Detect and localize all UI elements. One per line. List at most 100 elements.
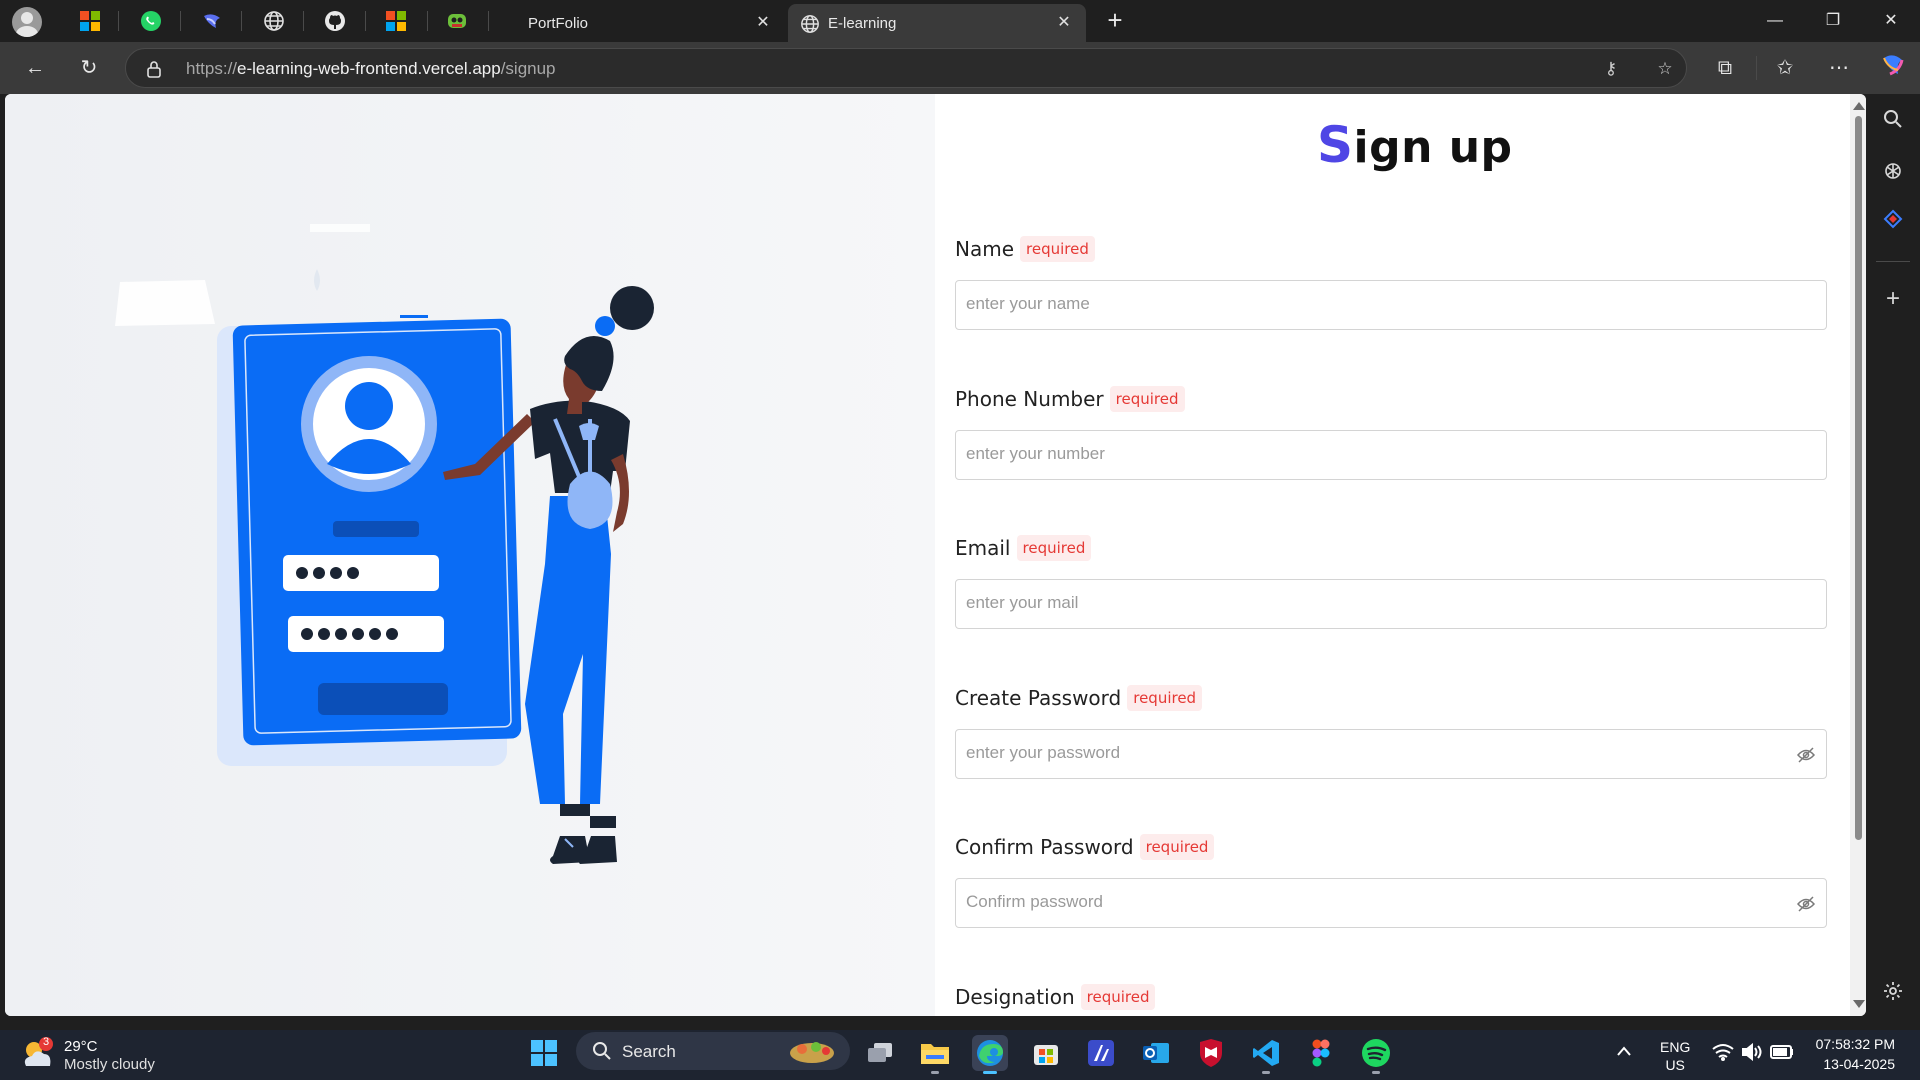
microsoft-store-icon[interactable] xyxy=(76,8,104,34)
designation-field-group: Designation required xyxy=(955,984,1831,1010)
scroll-up-arrow-icon[interactable] xyxy=(1853,102,1865,110)
eye-slash-icon[interactable] xyxy=(1796,745,1816,765)
page-scrollbar[interactable] xyxy=(1850,94,1866,1016)
minimize-icon[interactable]: — xyxy=(1752,6,1798,36)
phone-label: Phone Number xyxy=(955,387,1104,411)
name-label: Name xyxy=(955,237,1015,261)
phone-input[interactable] xyxy=(966,444,1786,464)
eye-slash-icon[interactable] xyxy=(1796,894,1816,914)
spotify-icon[interactable] xyxy=(1358,1035,1394,1074)
refresh-icon[interactable]: ↻ xyxy=(72,52,106,84)
microsoft-icon[interactable] xyxy=(382,8,410,34)
create-password-label: Create Password xyxy=(955,686,1122,710)
tab-separator xyxy=(365,11,366,31)
copilot-pinned-icon[interactable] xyxy=(198,8,226,34)
vs-code-icon[interactable] xyxy=(1248,1035,1284,1074)
figma-icon[interactable] xyxy=(1303,1035,1339,1071)
tab-title: E-learning xyxy=(828,14,897,32)
browser-tab-bar: PortFolio ✕ E-learning ✕ + — ❐ ✕ xyxy=(0,0,1920,42)
copilot-icon[interactable] xyxy=(1876,52,1910,84)
browser-toolbar: ← ↻ https://e-learning-web-frontend.verc… xyxy=(0,42,1920,94)
tab-title: PortFolio xyxy=(528,14,589,32)
outlook-icon[interactable] xyxy=(1138,1035,1174,1071)
favorite-star-icon[interactable]: ☆ xyxy=(1654,58,1676,80)
show-hidden-icons-chevron-icon[interactable] xyxy=(1616,1044,1632,1060)
file-explorer-icon[interactable] xyxy=(917,1035,953,1074)
url-path: /signup xyxy=(500,59,556,78)
language-indicator[interactable]: ENG US xyxy=(1660,1038,1690,1074)
taskbar-search-box[interactable]: Search xyxy=(576,1032,850,1070)
windows-taskbar: 3 29°C Mostly cloudy Search ENG US 07:58… xyxy=(0,1030,1920,1080)
search-icon[interactable] xyxy=(1880,106,1906,132)
back-icon[interactable]: ← xyxy=(18,52,52,84)
mcafee-icon[interactable] xyxy=(1193,1035,1229,1071)
tab-e-learning[interactable]: E-learning ✕ xyxy=(788,4,1086,42)
required-badge: required xyxy=(1109,386,1185,412)
app-editor-icon[interactable] xyxy=(1083,1035,1119,1071)
running-indicator xyxy=(1262,1071,1270,1074)
lock-icon[interactable] xyxy=(146,60,162,78)
edge-browser-icon[interactable] xyxy=(972,1035,1008,1074)
tab-separator xyxy=(488,11,489,31)
profile-avatar-icon[interactable] xyxy=(12,7,42,37)
tab-separator xyxy=(118,11,119,31)
battery-charging-icon[interactable] xyxy=(1770,1044,1794,1063)
github-icon[interactable] xyxy=(321,8,349,34)
maximize-icon[interactable]: ❐ xyxy=(1810,6,1856,36)
tab-separator xyxy=(241,11,242,31)
close-window-icon[interactable]: ✕ xyxy=(1868,6,1914,36)
globe-icon xyxy=(800,14,820,38)
confirm-password-input-box[interactable] xyxy=(955,878,1827,928)
url-host: e-learning-web-frontend.vercel.app xyxy=(237,59,501,78)
settings-gear-icon[interactable] xyxy=(1880,978,1906,1004)
close-tab-icon[interactable]: ✕ xyxy=(1054,13,1074,33)
volume-icon[interactable] xyxy=(1741,1042,1763,1064)
create-password-input[interactable] xyxy=(966,743,1786,763)
app-icon[interactable] xyxy=(443,8,471,34)
scroll-down-arrow-icon[interactable] xyxy=(1853,1000,1865,1008)
more-options-icon[interactable]: ⋯ xyxy=(1822,52,1856,84)
confirm-password-label: Confirm Password xyxy=(955,835,1134,859)
add-icon[interactable]: + xyxy=(1880,285,1906,312)
extensions-icon[interactable]: ⧉ xyxy=(1708,52,1742,84)
create-password-input-box[interactable] xyxy=(955,729,1827,779)
key-icon[interactable]: ⚷ xyxy=(1600,58,1622,80)
email-input-box[interactable] xyxy=(955,579,1827,629)
clock-date: 13-04-2025 xyxy=(1823,1056,1895,1072)
name-input[interactable] xyxy=(966,294,1786,314)
scrollbar-thumb[interactable] xyxy=(1855,116,1862,840)
clock-time: 07:58:32 PM xyxy=(1815,1036,1895,1052)
new-tab-button[interactable]: + xyxy=(1100,6,1130,36)
openai-icon[interactable] xyxy=(1880,158,1906,184)
wifi-icon[interactable] xyxy=(1712,1043,1734,1064)
tab-portfolio[interactable]: PortFolio ✕ xyxy=(500,4,785,42)
diamond-app-icon[interactable] xyxy=(1880,206,1906,232)
url-text[interactable]: https://e-learning-web-frontend.vercel.a… xyxy=(186,59,556,79)
url-prefix: https:// xyxy=(186,59,238,78)
phone-input-box[interactable] xyxy=(955,430,1827,480)
email-label: Email xyxy=(955,536,1011,560)
close-tab-icon[interactable]: ✕ xyxy=(753,13,773,33)
whatsapp-icon[interactable] xyxy=(137,8,165,34)
illustration-panel xyxy=(5,94,935,1016)
confirm-password-input[interactable] xyxy=(966,892,1786,912)
page-viewport: Sign up Namerequired Phone Numberrequire… xyxy=(5,94,1866,1016)
language-region: US xyxy=(1665,1057,1685,1073)
favorites-icon[interactable]: ✩ xyxy=(1768,52,1802,84)
address-bar[interactable]: https://e-learning-web-frontend.vercel.a… xyxy=(125,48,1687,88)
search-label: Search xyxy=(622,1042,676,1061)
sidebar-divider xyxy=(1876,261,1910,262)
microsoft-store-taskbar-icon[interactable] xyxy=(1028,1035,1064,1071)
name-field-group: Name required xyxy=(955,236,1831,330)
toolbar-separator xyxy=(1756,56,1757,80)
globe-icon[interactable] xyxy=(260,8,288,34)
name-input-box[interactable] xyxy=(955,280,1827,330)
page-title-rest: ign up xyxy=(1353,122,1513,173)
task-view-icon[interactable] xyxy=(862,1035,898,1071)
required-badge: required xyxy=(1127,685,1203,711)
weather-alert-badge: 3 xyxy=(43,1036,50,1048)
email-input[interactable] xyxy=(966,593,1786,613)
page-title: Sign up xyxy=(1317,116,1513,174)
windows-start-icon[interactable] xyxy=(526,1035,562,1071)
taskbar-clock[interactable]: 07:58:32 PM 13-04-2025 xyxy=(1805,1034,1895,1074)
